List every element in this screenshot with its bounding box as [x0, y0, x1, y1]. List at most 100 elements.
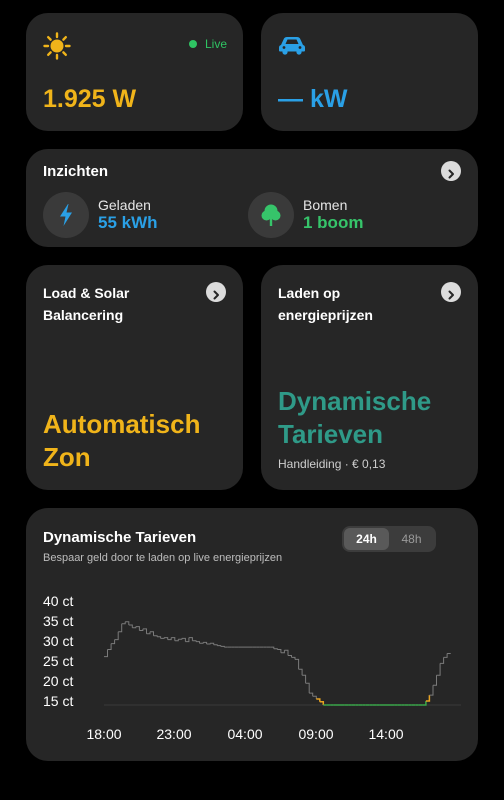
trees-value: 1 boom — [303, 213, 364, 232]
price-step-segment — [270, 646, 275, 649]
price-charging-open-button[interactable] — [441, 282, 461, 302]
insights-card[interactable]: Inzichten Geladen 55 kWh Bomen 1 boom — [26, 149, 478, 247]
car-card[interactable]: — kW — [261, 13, 478, 131]
car-icon — [277, 35, 307, 55]
balancing-title-line1: Load & Solar — [43, 285, 130, 301]
price-step-segment — [160, 637, 165, 639]
price-step-segment — [107, 643, 112, 650]
price-step-segment — [433, 675, 437, 686]
car-power-value: — kW — [278, 85, 348, 113]
price-step-segment — [167, 637, 172, 641]
price-step-segment — [178, 638, 183, 640]
price-step-segment — [150, 631, 154, 636]
price-step-segment — [164, 637, 169, 640]
price-step-segment — [132, 626, 137, 629]
price-step-segment — [277, 649, 282, 653]
price-step-segment — [206, 643, 211, 645]
price-step-segment — [121, 621, 126, 625]
solar-card[interactable]: Live 1.925 W — [26, 13, 243, 131]
price-step-segment — [316, 698, 321, 702]
price-step-segment — [210, 642, 215, 645]
price-step-segment — [157, 636, 162, 639]
price-step-segment — [291, 656, 296, 660]
price-step-segment — [174, 639, 179, 642]
price-charging-title-line2: energieprijzen — [278, 307, 373, 323]
balancing-open-button[interactable] — [206, 282, 226, 302]
price-step-segment — [217, 645, 222, 647]
price-step-segment — [422, 701, 427, 706]
price-step-segment — [111, 639, 116, 645]
price-step-segment — [298, 668, 303, 676]
range-toggle[interactable]: 24h 48h — [342, 526, 436, 552]
tree-icon — [260, 203, 282, 227]
x-tick-label: 09:00 — [298, 726, 334, 742]
x-tick-label: 18:00 — [86, 726, 122, 742]
price-step-segment — [188, 637, 193, 641]
live-indicator-dot — [189, 40, 197, 48]
charged-label: Geladen — [98, 197, 151, 213]
balancing-mode-line1: Automatisch — [43, 409, 201, 439]
price-step-segment — [284, 649, 289, 656]
price-step-segment — [139, 628, 144, 631]
price-step-segment — [142, 628, 147, 634]
price-charging-subtitle: Handleiding · € 0,13 — [278, 457, 386, 471]
x-tick-label: 14:00 — [368, 726, 404, 742]
price-step-segment — [280, 650, 285, 654]
chevron-right-icon — [446, 166, 456, 179]
price-step-segment — [295, 658, 300, 670]
lightning-icon — [58, 203, 74, 227]
price-step-segment — [125, 621, 130, 625]
solar-power-value: 1.925 W — [43, 85, 137, 113]
insights-open-button[interactable] — [441, 161, 461, 181]
balancing-card[interactable]: Load & Solar Balancering Automatisch Zon — [26, 265, 243, 490]
price-step-segment — [425, 695, 431, 702]
price-step-segment — [288, 655, 292, 658]
price-step-segment — [171, 637, 176, 641]
tariff-chart-subtitle: Bespaar geld door te laden op live energ… — [43, 552, 283, 564]
price-charging-mode-line1: Dynamische — [278, 386, 432, 416]
price-step-segment — [196, 641, 200, 644]
price-step-segment — [185, 637, 190, 643]
sun-icon — [43, 32, 71, 60]
price-step-segment — [273, 648, 278, 650]
tariff-chart-title: Dynamische Tarieven — [43, 529, 197, 546]
chevron-right-icon — [211, 287, 221, 300]
price-line-svg — [104, 621, 461, 706]
price-step-segment — [135, 626, 140, 631]
live-label: Live — [205, 37, 228, 51]
price-step-segment — [104, 649, 108, 658]
price-step-segment — [436, 663, 441, 676]
price-step-segment — [220, 645, 225, 648]
price-charging-card[interactable]: Laden op energieprijzen Dynamische Tarie… — [261, 265, 478, 490]
tariff-chart: 40 ct 35 ct 30 ct 25 ct 20 ct 15 ct 18:0… — [43, 590, 463, 750]
charged-value: 55 kWh — [98, 213, 158, 232]
price-step-segment — [146, 631, 151, 635]
price-step-segment — [305, 682, 310, 694]
balancing-mode-line2: Zon — [43, 442, 91, 472]
range-option-48h[interactable]: 48h — [389, 528, 434, 550]
x-tick-label: 04:00 — [227, 726, 263, 742]
x-tick-label: 23:00 — [156, 726, 192, 742]
price-step-segment — [312, 695, 317, 699]
price-step-segment — [114, 631, 119, 641]
price-step-segment — [302, 674, 307, 684]
price-step-segment — [192, 640, 197, 642]
price-charging-mode-line2: Tarieven — [278, 419, 384, 449]
charged-icon-circle — [43, 192, 89, 238]
trees-label: Bomen — [303, 197, 348, 213]
chevron-right-icon — [446, 287, 456, 300]
price-step-segment — [128, 624, 133, 628]
trees-icon-circle — [248, 192, 294, 238]
price-step-segment — [118, 623, 123, 633]
insights-title: Inzichten — [43, 163, 109, 180]
range-option-24h[interactable]: 24h — [344, 528, 389, 550]
price-charging-title-line1: Laden op — [278, 285, 341, 301]
price-step-segment — [153, 635, 158, 637]
price-step-segment — [203, 641, 208, 644]
price-step-segment — [443, 653, 448, 658]
balancing-title-line2: Balancering — [43, 307, 124, 323]
price-step-segment — [199, 642, 204, 644]
price-step-segment — [429, 685, 434, 696]
price-step-segment — [440, 657, 445, 664]
price-step-segment — [181, 637, 186, 642]
